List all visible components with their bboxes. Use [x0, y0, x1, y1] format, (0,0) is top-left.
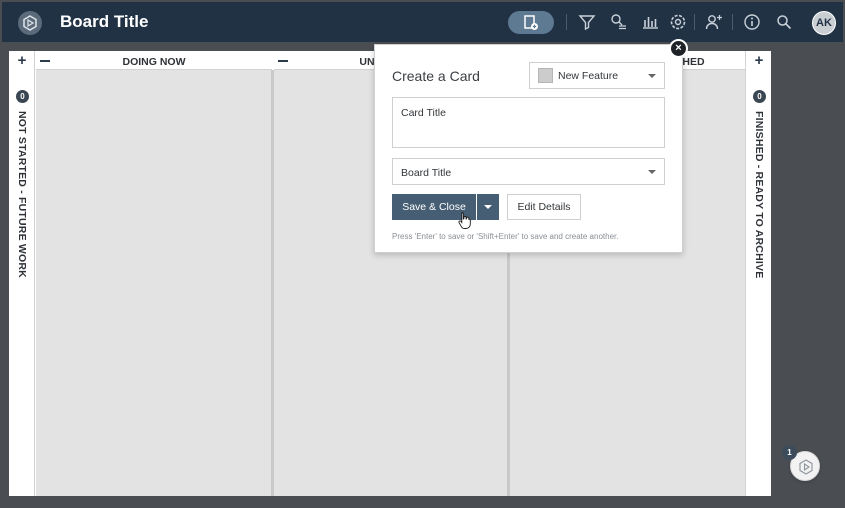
find-icon[interactable]: [608, 12, 628, 32]
card-title-input[interactable]: [392, 97, 665, 148]
header-divider: [694, 14, 695, 30]
create-card-popup: Create a Card New Feature Board Title Sa…: [374, 44, 683, 253]
save-options-button[interactable]: [477, 194, 499, 220]
board-title: Board Title: [60, 12, 149, 31]
board-select-label: Board Title: [401, 167, 452, 179]
lane-count-badge: 0: [16, 90, 29, 103]
close-icon[interactable]: ×: [669, 39, 688, 58]
notification-badge: 1: [782, 445, 797, 460]
reports-icon[interactable]: [640, 12, 660, 32]
add-card-plus-icon[interactable]: +: [16, 53, 28, 68]
column-title: DOING NOW: [122, 56, 186, 68]
edit-details-button[interactable]: Edit Details: [507, 194, 581, 220]
board-select[interactable]: Board Title: [392, 158, 665, 185]
column-header: DOING NOW: [36, 51, 272, 70]
board-logo-icon[interactable]: [18, 11, 42, 35]
lane-count-badge: 0: [753, 90, 766, 103]
column-doing-now: DOING NOW: [36, 51, 272, 496]
search-icon[interactable]: [774, 12, 794, 32]
info-icon[interactable]: [742, 12, 762, 32]
lane-not-started: + 0 NOT STARTED - FUTURE WORK: [9, 51, 35, 496]
header-divider: [566, 14, 567, 30]
play-icon: [799, 459, 813, 475]
chevron-down-icon: [648, 74, 656, 78]
card-type-select[interactable]: New Feature: [529, 62, 665, 89]
hand-cursor-icon: [458, 212, 471, 229]
add-member-icon[interactable]: [704, 12, 724, 32]
card-type-color-swatch: [538, 68, 553, 83]
add-card-plus-icon[interactable]: +: [753, 53, 765, 68]
lane-finished: + 0 FINISHED - READY TO ARCHIVE: [745, 51, 771, 496]
app-header: Board Title AK: [2, 2, 843, 42]
lane-label: FINISHED - READY TO ARCHIVE: [753, 111, 765, 279]
header-divider: [732, 14, 733, 30]
chevron-down-icon: [648, 170, 656, 174]
card-type-label: New Feature: [558, 70, 619, 82]
settings-icon[interactable]: [668, 12, 688, 32]
lane-label: NOT STARTED - FUTURE WORK: [16, 111, 28, 278]
add-card-button[interactable]: [508, 11, 554, 34]
chevron-down-icon: [484, 205, 492, 209]
add-card-icon: [524, 15, 538, 30]
save-hint: Press 'Enter' to save or 'Shift+Enter' t…: [392, 232, 619, 241]
user-avatar[interactable]: AK: [812, 11, 836, 35]
popup-title: Create a Card: [392, 68, 480, 84]
filter-icon[interactable]: [577, 12, 597, 32]
